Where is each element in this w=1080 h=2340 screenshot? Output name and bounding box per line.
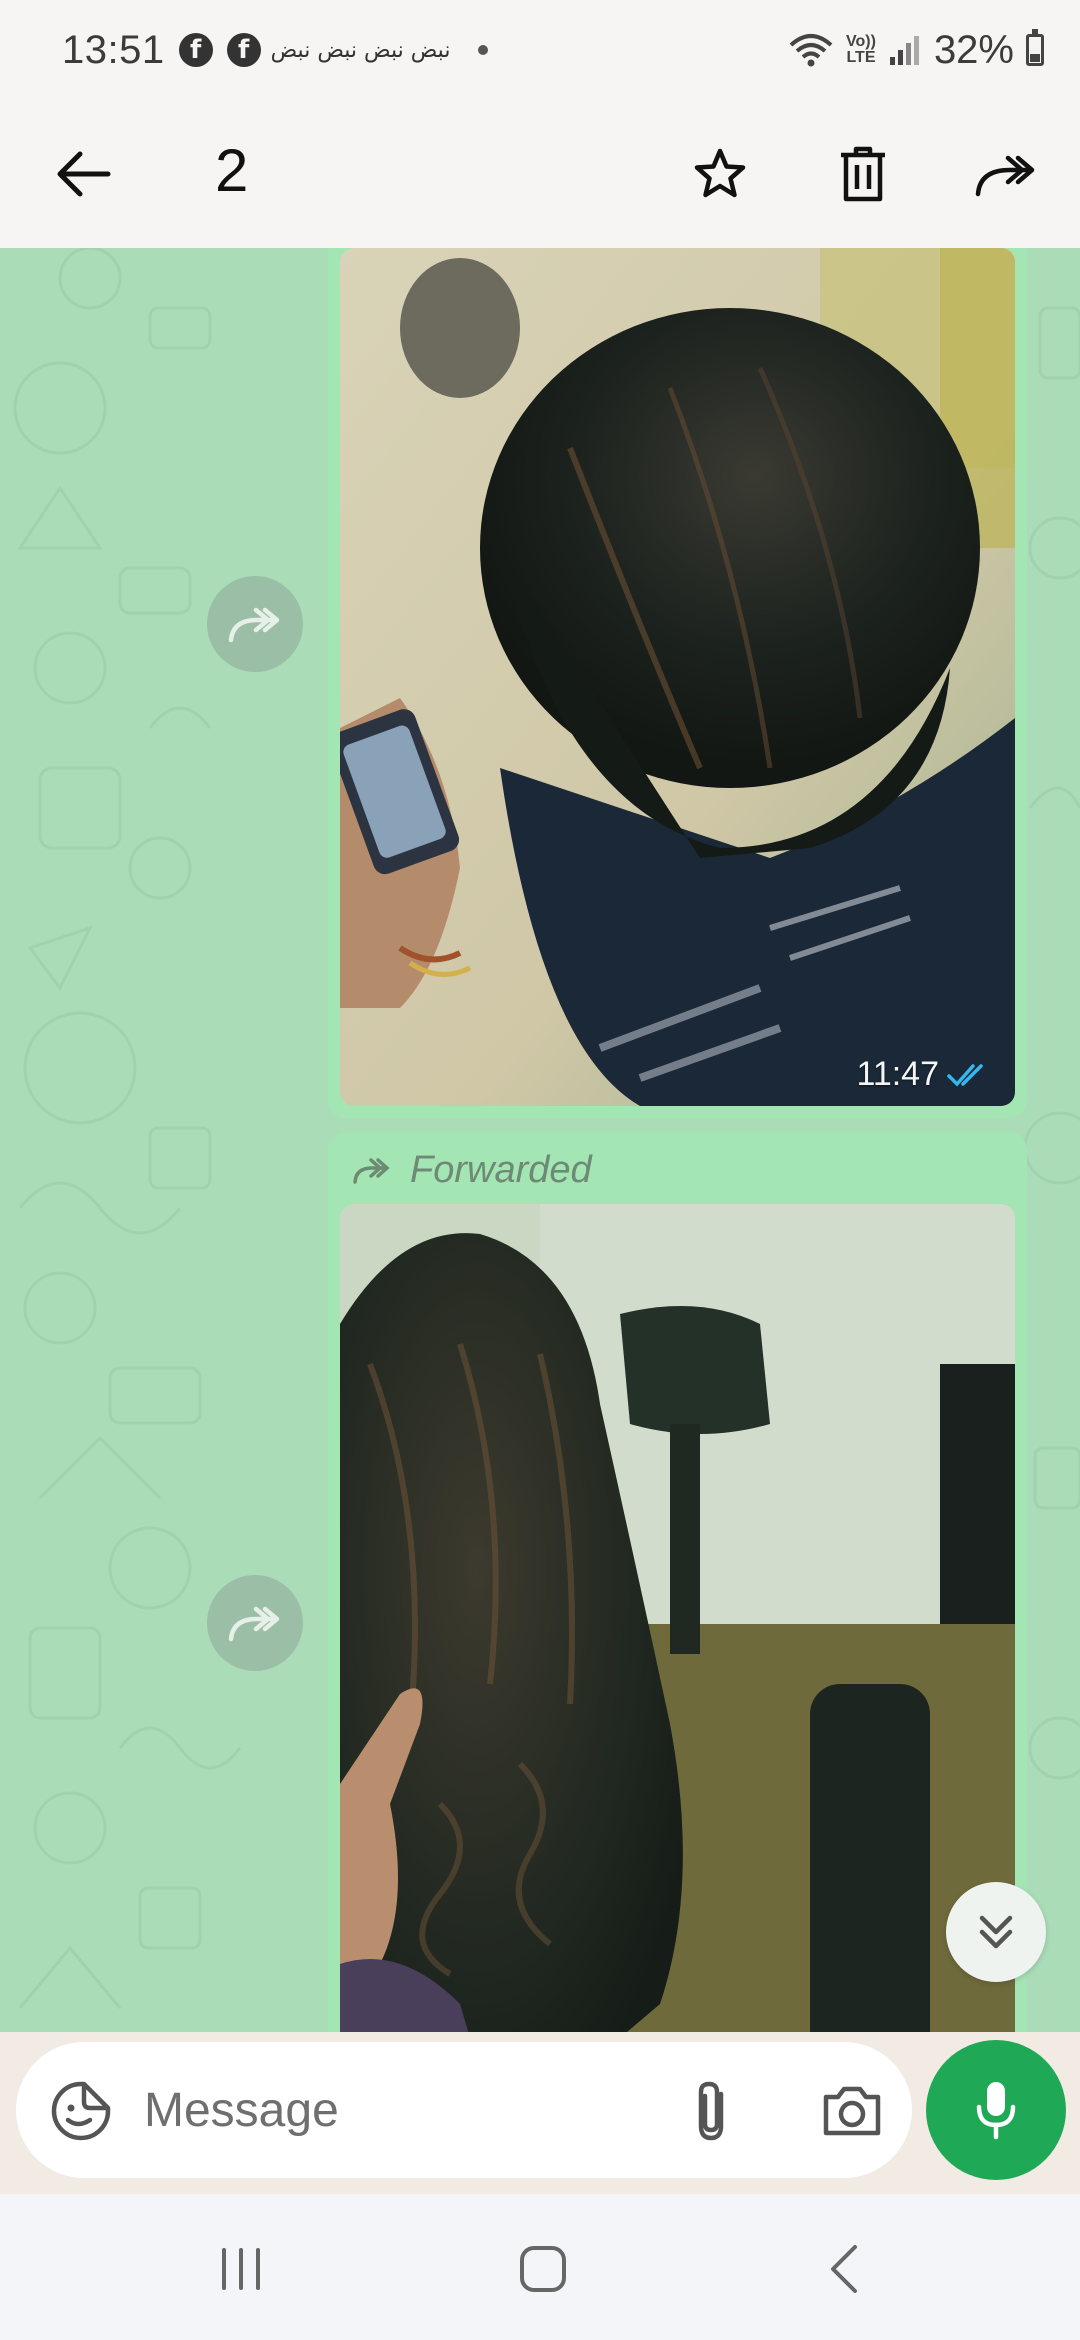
long-wavy-hair-photo <box>340 1204 1015 2032</box>
message-input[interactable] <box>144 2072 644 2148</box>
double-chevron-down-icon <box>979 1915 1013 1949</box>
selected-count: 2 <box>215 137 249 204</box>
delete-button[interactable] <box>823 134 903 214</box>
camera-icon <box>823 2086 881 2136</box>
photo-message[interactable]: 11:47 <box>340 248 1015 1106</box>
whatsapp-chat-screen: 13:51 f f نبض نبض نبض نبض Vo)) LTE 32% 2… <box>0 0 1080 2340</box>
facebook-icon: f <box>178 33 213 67</box>
forwarded-label: Forwarded <box>352 1142 592 1198</box>
quick-forward-button[interactable] <box>207 576 303 672</box>
notification-text: نبض نبض نبض نبض <box>270 37 451 63</box>
double-check-icon <box>947 1063 983 1087</box>
battery-icon <box>1026 29 1044 66</box>
forwarded-icon <box>353 1158 390 1184</box>
wifi-icon <box>789 34 833 67</box>
selection-toolbar: 2 <box>0 100 1080 248</box>
message-bubble[interactable]: 11:47 <box>328 248 1027 1118</box>
status-time: 13:51 <box>62 27 165 72</box>
chevron-left-icon <box>831 2245 857 2293</box>
sticker-icon <box>51 2081 111 2141</box>
scroll-to-bottom-button[interactable] <box>946 1882 1046 1982</box>
message-timestamp: 11:47 <box>856 1055 991 1094</box>
message-bubble[interactable]: Forwarded <box>328 1132 1027 2032</box>
microphone-icon <box>976 2082 1016 2140</box>
battery-percent: 32% <box>933 27 1014 72</box>
back-nav-button[interactable] <box>800 2234 890 2304</box>
camera-button[interactable] <box>814 2076 890 2146</box>
recent-apps-button[interactable] <box>196 2234 286 2304</box>
system-navigation-bar <box>0 2194 1080 2340</box>
recent-apps-icon <box>222 2248 260 2290</box>
trash-icon <box>841 146 885 202</box>
arrow-left-icon <box>57 151 111 197</box>
home-button[interactable] <box>498 2234 588 2304</box>
volte-icon: Vo)) LTE <box>846 33 876 66</box>
photo-message[interactable] <box>340 1204 1015 2032</box>
star-button[interactable] <box>680 134 760 214</box>
message-composer <box>16 2042 912 2178</box>
forward-icon <box>228 607 280 643</box>
status-bar: 13:51 f f نبض نبض نبض نبض Vo)) LTE 32% <box>0 0 1080 100</box>
short-bob-haircut-photo <box>340 248 1015 1106</box>
voice-message-button[interactable] <box>926 2040 1066 2180</box>
home-icon <box>520 2246 566 2292</box>
forward-icon <box>975 155 1035 197</box>
attach-button[interactable] <box>676 2076 746 2146</box>
forward-button[interactable] <box>966 134 1046 214</box>
forward-icon <box>228 1606 280 1642</box>
signal-icon <box>889 36 919 65</box>
status-icons: Vo)) LTE 32% <box>788 28 1044 73</box>
quick-forward-button[interactable] <box>207 1575 303 1671</box>
paperclip-icon <box>698 2081 724 2141</box>
sticker-button[interactable] <box>46 2076 116 2146</box>
chat-area[interactable]: 11:47 Forwarded <box>0 248 1080 2032</box>
back-button[interactable] <box>44 134 124 214</box>
more-notifications-dot <box>478 45 489 55</box>
facebook-icon: f <box>226 33 261 67</box>
star-icon <box>694 148 746 198</box>
